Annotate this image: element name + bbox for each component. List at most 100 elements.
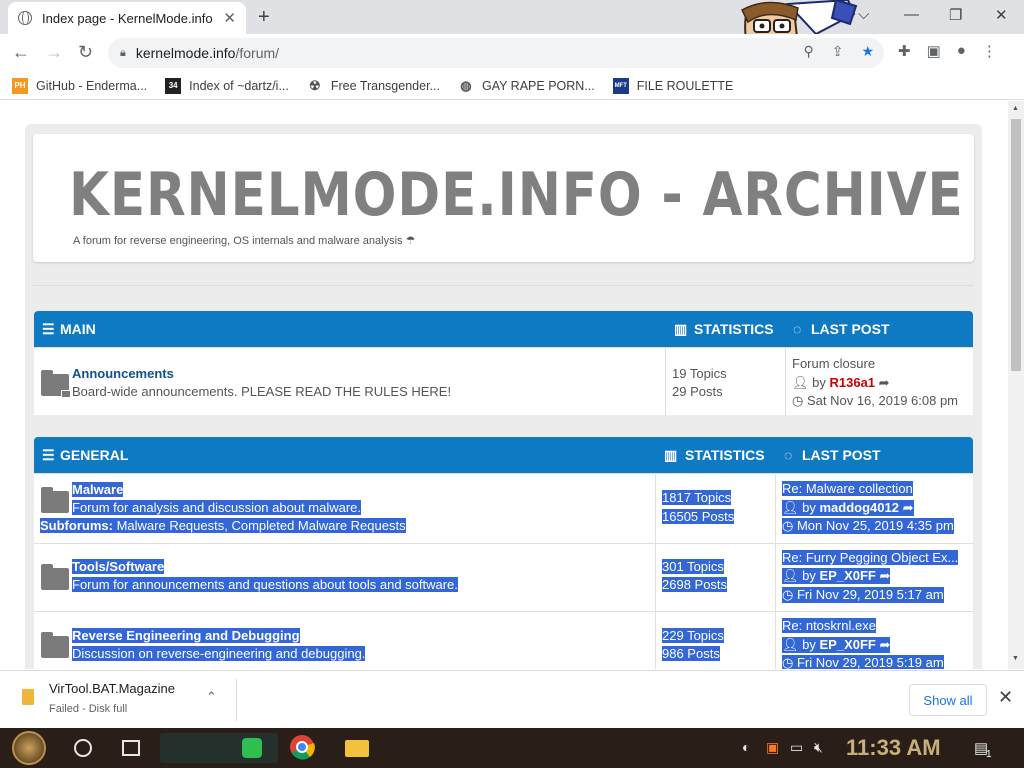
subforum-links[interactable]: Malware Requests, Completed Malware Requ…	[117, 518, 406, 533]
show-all-button[interactable]: Show all	[909, 684, 987, 716]
column-divider	[655, 474, 656, 544]
clock-time[interactable]: 11:33 AM	[846, 735, 941, 761]
chart-icon: ▥	[664, 447, 678, 463]
forum-title-link[interactable]: Malware	[72, 482, 124, 497]
taskbar-app-slot[interactable]	[160, 733, 278, 763]
forum-description: Board-wide announcements. PLEASE READ TH…	[72, 384, 452, 399]
lastpost-title-link[interactable]: Re: Malware collection	[782, 481, 913, 496]
section-title[interactable]: MAIN	[60, 321, 96, 337]
bookmark-favicon: 34	[165, 77, 182, 94]
task-view-icon[interactable]	[122, 740, 140, 756]
bookmark-label: Index of ~dartz/i...	[189, 78, 289, 93]
extensions-icon[interactable]: ✚	[898, 42, 911, 60]
chrome-taskbar-button[interactable]	[288, 733, 318, 763]
clock-icon: ◷	[782, 587, 794, 602]
bookmark-item[interactable]: 34 Index of ~dartz/i...	[165, 77, 289, 94]
volume-muted-icon[interactable]: 🔇︎	[814, 739, 823, 756]
goto-post-icon[interactable]: ➦	[879, 637, 890, 652]
address-bar[interactable]: 🔒︎ kernelmode.info/forum/ ⚲ ⇪ ★	[108, 38, 884, 68]
file-explorer-button[interactable]	[344, 733, 370, 763]
column-divider	[775, 612, 776, 669]
forum-description: Discussion on reverse-engineering and de…	[72, 646, 366, 661]
lastpost-date: Fri Nov 29, 2019 5:17 am	[796, 587, 944, 602]
scroll-down-arrow-icon[interactable]: ▼	[1012, 655, 1019, 662]
list-icon: ☰	[42, 321, 55, 337]
close-shelf-icon[interactable]: ✕	[998, 687, 1013, 708]
bookmark-item[interactable]: ◍ GAY RAPE PORN...	[458, 78, 595, 94]
lastpost-user-link[interactable]: EP_X0FF	[820, 568, 876, 583]
close-window-button[interactable]: ✕	[995, 6, 1008, 24]
bookmark-item[interactable]: PH GitHub - Enderma...	[12, 77, 147, 94]
bookmark-item[interactable]: ☢ Free Transgender...	[307, 78, 440, 94]
forum-title-link[interactable]: Announcements	[72, 366, 174, 381]
lastpost-user-link[interactable]: maddog4012	[820, 500, 899, 515]
lastpost-author-line: 👤︎ by maddog4012 ➦	[782, 500, 914, 516]
user-icon: 👤︎	[782, 500, 799, 515]
forum-row: Announcements Board-wide announcements. …	[34, 347, 973, 416]
tray-overflow-icon[interactable]: ◐	[742, 739, 750, 755]
lastpost-header: LAST POST	[811, 321, 890, 337]
forum-section-main: ☰ MAIN ▥ STATISTICS ◌ LAST POST Announce…	[34, 311, 973, 416]
tab-search-icon[interactable]: ⌵	[858, 6, 869, 23]
bookmark-label: GAY RAPE PORN...	[481, 78, 595, 93]
bookmark-item[interactable]: MFT FILE ROULETTE	[612, 77, 733, 94]
back-arrow-icon[interactable]: ←	[12, 42, 30, 63]
menu-kebab-icon[interactable]: ⋮	[982, 42, 997, 60]
list-icon: ☰	[42, 447, 55, 463]
profile-avatar-icon[interactable]: ●	[957, 42, 966, 60]
maximize-button[interactable]: ❐	[949, 6, 962, 24]
lastpost-date: Mon Nov 25, 2019 4:35 pm	[796, 518, 954, 533]
forum-row: Malware Forum for analysis and discussio…	[34, 473, 973, 544]
bookmark-favicon: ☢	[309, 77, 321, 93]
browser-tab[interactable]: Index page - KernelMode.info ✕	[8, 2, 246, 34]
network-icon[interactable]: ▭	[790, 739, 803, 756]
by-label: by	[802, 568, 816, 583]
goto-post-icon[interactable]: ➦	[903, 500, 914, 515]
cortana-circle-icon[interactable]	[74, 739, 92, 757]
column-divider	[775, 474, 776, 544]
chrome-icon	[290, 735, 315, 760]
page-scrollbar[interactable]: ▲ ▼	[1008, 101, 1024, 669]
forum-wrap: KERNELMODE.INFO - ARCHIVE A forum for re…	[25, 124, 982, 669]
folder-icon	[41, 564, 69, 590]
post-count: 29 Posts	[672, 384, 723, 399]
chevron-up-icon[interactable]: ⌃	[206, 689, 217, 705]
reload-icon[interactable]: ↻	[78, 42, 93, 63]
user-icon: 👤︎	[782, 637, 799, 652]
lastpost-user-link[interactable]: EP_X0FF	[820, 637, 876, 652]
forum-title-link[interactable]: Reverse Engineering and Debugging	[72, 628, 300, 643]
scroll-up-arrow-icon[interactable]: ▲	[1012, 105, 1019, 112]
lastpost-title-link[interactable]: Re: ntoskrnl.exe	[782, 618, 876, 633]
statistics-header: STATISTICS	[694, 321, 774, 337]
divider	[33, 285, 974, 286]
search-icon[interactable]: ⚲	[803, 43, 813, 60]
folder-icon	[41, 632, 69, 658]
bookmark-label: Free Transgender...	[330, 78, 440, 93]
lastpost-user-link[interactable]: R136a1	[830, 375, 876, 390]
tab-close-icon[interactable]: ✕	[223, 9, 236, 27]
by-label: by	[812, 375, 826, 390]
start-button[interactable]	[12, 731, 46, 765]
topic-count: 229 Topics	[662, 628, 724, 643]
site-header: KERNELMODE.INFO - ARCHIVE A forum for re…	[33, 134, 974, 262]
tray-app-icon[interactable]: ▣	[766, 739, 779, 756]
goto-post-icon[interactable]: ➦	[879, 568, 890, 583]
forum-title-link[interactable]: Tools/Software	[72, 559, 165, 574]
bookmark-star-icon[interactable]: ★	[861, 43, 874, 60]
new-tab-button[interactable]: +	[258, 6, 270, 29]
lastpost-title-link[interactable]: Forum closure	[792, 356, 875, 371]
minimize-button[interactable]: —	[904, 6, 919, 23]
goto-post-icon[interactable]: ➦	[879, 375, 890, 390]
lastpost-date-line: ◷ Sat Nov 16, 2019 6:08 pm	[792, 393, 958, 409]
topic-count: 19 Topics	[672, 366, 727, 381]
forum-row: Reverse Engineering and Debugging Discus…	[34, 611, 973, 669]
download-shelf: VirTool.BAT.Magazine Failed - Disk full …	[0, 670, 1024, 728]
scrollbar-thumb[interactable]	[1011, 119, 1021, 371]
share-icon[interactable]: ⇪	[832, 43, 844, 60]
lastpost-title-link[interactable]: Re: Furry Pegging Object Ex...	[782, 550, 959, 565]
section-title[interactable]: GENERAL	[60, 447, 128, 463]
forward-arrow-icon[interactable]: →	[45, 42, 63, 63]
side-panel-icon[interactable]: ▣	[927, 42, 941, 60]
download-file-name[interactable]: VirTool.BAT.Magazine	[49, 681, 175, 696]
site-title[interactable]: KERNELMODE.INFO - ARCHIVE	[69, 160, 964, 230]
